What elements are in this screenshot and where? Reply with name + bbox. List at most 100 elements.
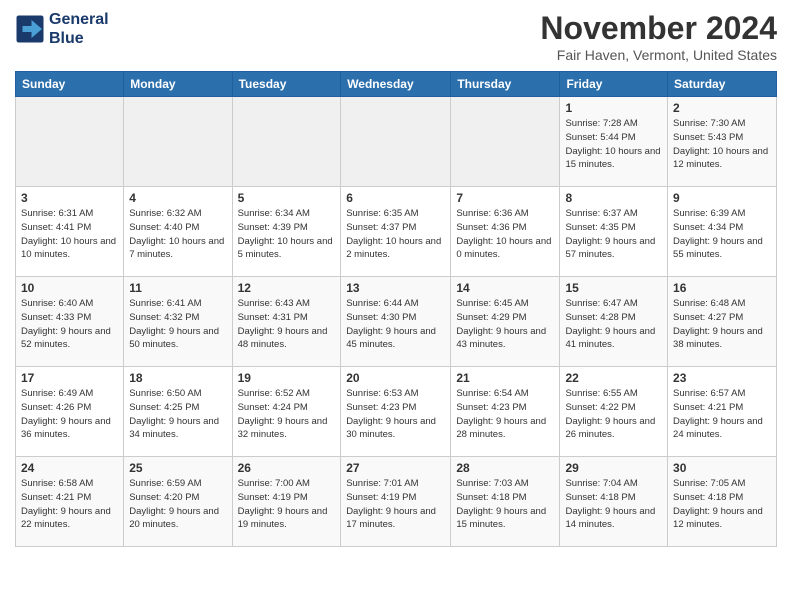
calendar-cell: 13Sunrise: 6:44 AM Sunset: 4:30 PM Dayli…	[341, 277, 451, 367]
calendar-cell: 9Sunrise: 6:39 AM Sunset: 4:34 PM Daylig…	[668, 187, 777, 277]
day-number: 11	[129, 281, 226, 295]
col-thursday: Thursday	[451, 72, 560, 97]
day-info: Sunrise: 6:50 AM Sunset: 4:25 PM Dayligh…	[129, 387, 226, 442]
calendar-cell: 26 Sunrise: 7:00 AM Sunset: 4:19 PM Dayli…	[232, 457, 341, 547]
calendar-cell	[451, 97, 560, 187]
title-section: November 2024 Fair Haven, Vermont, Unite…	[540, 10, 777, 63]
day-number: 10	[21, 281, 118, 295]
calendar-cell: 27 Sunrise: 7:01 AM Sunset: 4:19 PM Dayli…	[341, 457, 451, 547]
day-number: 14	[456, 281, 554, 295]
col-tuesday: Tuesday	[232, 72, 341, 97]
day-number: 2	[673, 101, 771, 115]
day-info: Sunrise: 6:34 AM Sunset: 4:39 PM Dayligh…	[238, 207, 336, 262]
day-number: 21	[456, 371, 554, 385]
calendar-cell: 17 Sunrise: 6:49 AM Sunset: 4:26 PM Dayli…	[16, 367, 124, 457]
day-info: Sunrise: 6:58 AM Sunset: 4:21 PM Dayligh…	[21, 477, 118, 532]
calendar-cell: 15 Sunrise: 6:47 AM Sunset: 4:28 PM Dayli…	[560, 277, 668, 367]
day-number: 26	[238, 461, 336, 475]
calendar-cell: 6 Sunrise: 6:35 AM Sunset: 4:37 PM Daylig…	[341, 187, 451, 277]
calendar-cell	[16, 97, 124, 187]
calendar-cell: 3 Sunrise: 6:31 AM Sunset: 4:41 PM Daylig…	[16, 187, 124, 277]
calendar-cell: 20Sunrise: 6:53 AM Sunset: 4:23 PM Dayli…	[341, 367, 451, 457]
calendar-cell: 30 Sunrise: 7:05 AM Sunset: 4:18 PM Dayli…	[668, 457, 777, 547]
calendar-cell: 29 Sunrise: 7:04 AM Sunset: 4:18 PM Dayli…	[560, 457, 668, 547]
day-number: 17	[21, 371, 118, 385]
calendar-cell: 23 Sunrise: 6:57 AM Sunset: 4:21 PM Dayli…	[668, 367, 777, 457]
calendar-cell: 16 Sunrise: 6:48 AM Sunset: 4:27 PM Dayli…	[668, 277, 777, 367]
calendar-cell: 12Sunrise: 6:43 AM Sunset: 4:31 PM Dayli…	[232, 277, 341, 367]
calendar-cell: 11 Sunrise: 6:41 AM Sunset: 4:32 PM Dayli…	[124, 277, 232, 367]
day-info: Sunrise: 6:49 AM Sunset: 4:26 PM Dayligh…	[21, 387, 118, 442]
day-number: 30	[673, 461, 771, 475]
calendar-week-4: 17 Sunrise: 6:49 AM Sunset: 4:26 PM Dayli…	[16, 367, 777, 457]
col-monday: Monday	[124, 72, 232, 97]
day-number: 23	[673, 371, 771, 385]
day-number: 1	[565, 101, 662, 115]
day-info: Sunrise: 6:57 AM Sunset: 4:21 PM Dayligh…	[673, 387, 771, 442]
calendar-body: 1 Sunrise: 7:28 AM Sunset: 5:44 PM Daylig…	[16, 97, 777, 547]
day-info: Sunrise: 6:36 AM Sunset: 4:36 PM Dayligh…	[456, 207, 554, 262]
day-number: 19	[238, 371, 336, 385]
day-info: Sunrise: 6:43 AM Sunset: 4:31 PM Dayligh…	[238, 297, 336, 352]
calendar-week-1: 1 Sunrise: 7:28 AM Sunset: 5:44 PM Daylig…	[16, 97, 777, 187]
month-title: November 2024	[540, 10, 777, 47]
calendar-cell: 4Sunrise: 6:32 AM Sunset: 4:40 PM Daylig…	[124, 187, 232, 277]
day-info: Sunrise: 6:45 AM Sunset: 4:29 PM Dayligh…	[456, 297, 554, 352]
day-info: Sunrise: 6:52 AM Sunset: 4:24 PM Dayligh…	[238, 387, 336, 442]
calendar-week-2: 3 Sunrise: 6:31 AM Sunset: 4:41 PM Daylig…	[16, 187, 777, 277]
day-number: 5	[238, 191, 336, 205]
day-number: 3	[21, 191, 118, 205]
col-wednesday: Wednesday	[341, 72, 451, 97]
logo-icon	[15, 14, 45, 44]
calendar-cell: 24Sunrise: 6:58 AM Sunset: 4:21 PM Dayli…	[16, 457, 124, 547]
day-info: Sunrise: 7:30 AM Sunset: 5:43 PM Dayligh…	[673, 117, 771, 172]
day-number: 27	[346, 461, 445, 475]
calendar-cell: 8Sunrise: 6:37 AM Sunset: 4:35 PM Daylig…	[560, 187, 668, 277]
calendar-cell: 19 Sunrise: 6:52 AM Sunset: 4:24 PM Dayli…	[232, 367, 341, 457]
day-number: 16	[673, 281, 771, 295]
calendar-week-3: 10 Sunrise: 6:40 AM Sunset: 4:33 PM Dayli…	[16, 277, 777, 367]
day-info: Sunrise: 7:05 AM Sunset: 4:18 PM Dayligh…	[673, 477, 771, 532]
calendar-cell: 2 Sunrise: 7:30 AM Sunset: 5:43 PM Daylig…	[668, 97, 777, 187]
day-info: Sunrise: 6:48 AM Sunset: 4:27 PM Dayligh…	[673, 297, 771, 352]
day-info: Sunrise: 6:59 AM Sunset: 4:20 PM Dayligh…	[129, 477, 226, 532]
day-number: 7	[456, 191, 554, 205]
day-info: Sunrise: 6:44 AM Sunset: 4:30 PM Dayligh…	[346, 297, 445, 352]
day-number: 6	[346, 191, 445, 205]
logo-text: General Blue	[49, 10, 109, 48]
day-info: Sunrise: 6:35 AM Sunset: 4:37 PM Dayligh…	[346, 207, 445, 262]
day-number: 22	[565, 371, 662, 385]
day-info: Sunrise: 7:28 AM Sunset: 5:44 PM Dayligh…	[565, 117, 662, 172]
col-friday: Friday	[560, 72, 668, 97]
header: General Blue November 2024 Fair Haven, V…	[15, 10, 777, 63]
calendar-cell: 5 Sunrise: 6:34 AM Sunset: 4:39 PM Daylig…	[232, 187, 341, 277]
calendar-cell: 18 Sunrise: 6:50 AM Sunset: 4:25 PM Dayli…	[124, 367, 232, 457]
calendar-cell: 7 Sunrise: 6:36 AM Sunset: 4:36 PM Daylig…	[451, 187, 560, 277]
day-number: 29	[565, 461, 662, 475]
day-info: Sunrise: 7:04 AM Sunset: 4:18 PM Dayligh…	[565, 477, 662, 532]
day-info: Sunrise: 6:39 AM Sunset: 4:34 PM Dayligh…	[673, 207, 771, 262]
day-info: Sunrise: 6:32 AM Sunset: 4:40 PM Dayligh…	[129, 207, 226, 262]
calendar-header: Sunday Monday Tuesday Wednesday Thursday…	[16, 72, 777, 97]
col-sunday: Sunday	[16, 72, 124, 97]
day-info: Sunrise: 6:47 AM Sunset: 4:28 PM Dayligh…	[565, 297, 662, 352]
calendar-cell: 21Sunrise: 6:54 AM Sunset: 4:23 PM Dayli…	[451, 367, 560, 457]
day-info: Sunrise: 7:00 AM Sunset: 4:19 PM Dayligh…	[238, 477, 336, 532]
calendar-cell	[341, 97, 451, 187]
day-number: 20	[346, 371, 445, 385]
day-number: 18	[129, 371, 226, 385]
day-info: Sunrise: 6:41 AM Sunset: 4:32 PM Dayligh…	[129, 297, 226, 352]
day-info: Sunrise: 7:01 AM Sunset: 4:19 PM Dayligh…	[346, 477, 445, 532]
calendar-cell: 22 Sunrise: 6:55 AM Sunset: 4:22 PM Dayli…	[560, 367, 668, 457]
day-info: Sunrise: 6:37 AM Sunset: 4:35 PM Dayligh…	[565, 207, 662, 262]
calendar-week-5: 24Sunrise: 6:58 AM Sunset: 4:21 PM Dayli…	[16, 457, 777, 547]
day-info: Sunrise: 6:40 AM Sunset: 4:33 PM Dayligh…	[21, 297, 118, 352]
day-info: Sunrise: 6:31 AM Sunset: 4:41 PM Dayligh…	[21, 207, 118, 262]
day-number: 15	[565, 281, 662, 295]
day-info: Sunrise: 7:03 AM Sunset: 4:18 PM Dayligh…	[456, 477, 554, 532]
day-info: Sunrise: 6:55 AM Sunset: 4:22 PM Dayligh…	[565, 387, 662, 442]
col-saturday: Saturday	[668, 72, 777, 97]
calendar-cell: 14 Sunrise: 6:45 AM Sunset: 4:29 PM Dayli…	[451, 277, 560, 367]
day-number: 25	[129, 461, 226, 475]
day-number: 28	[456, 461, 554, 475]
